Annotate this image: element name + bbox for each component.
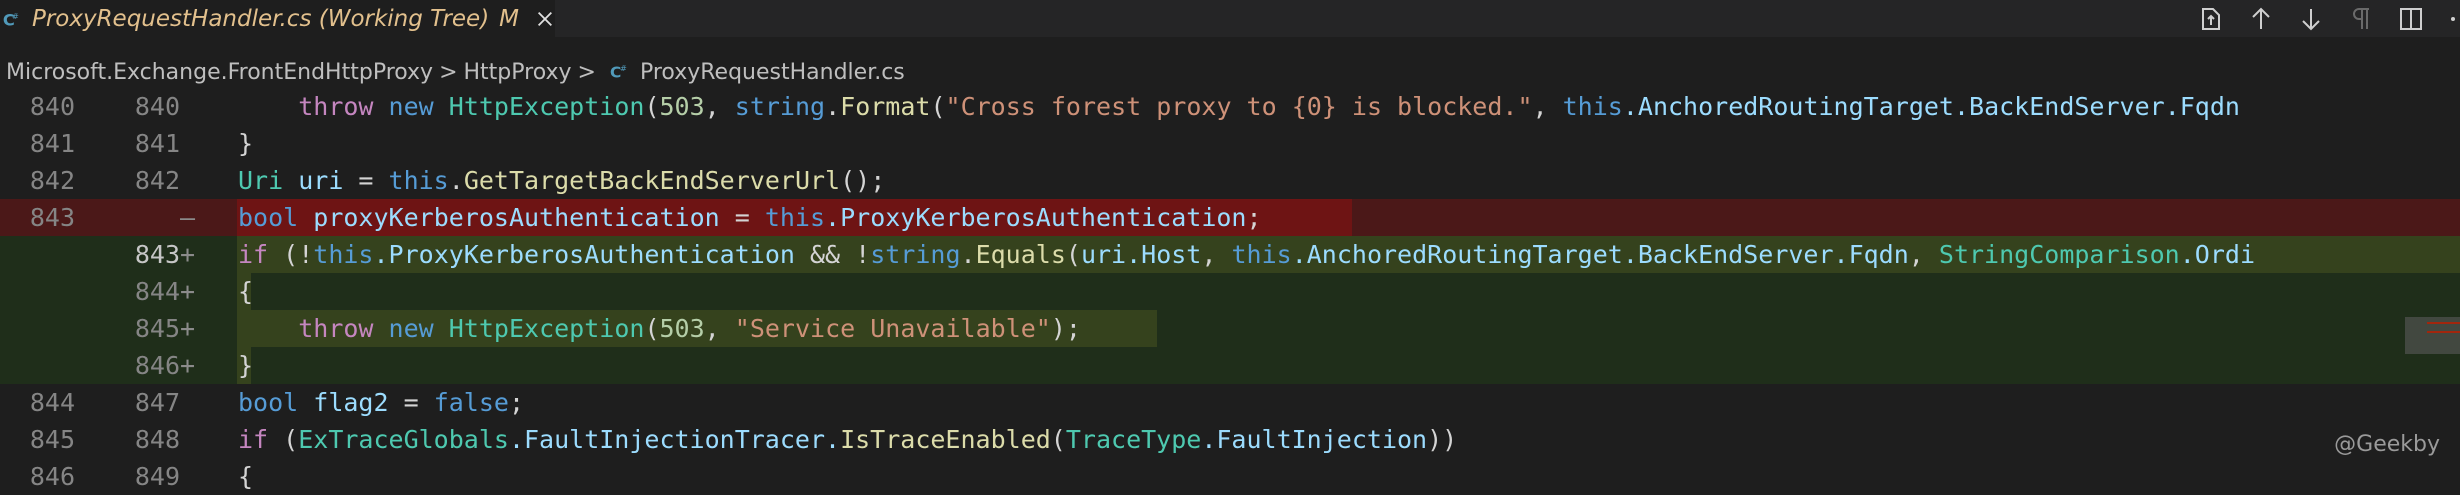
- svg-text:#: #: [620, 63, 627, 73]
- deleted-line: 843 — bool proxyKerberosAuthentication =…: [0, 199, 2460, 236]
- code-text: throw new HttpException(503, string.Form…: [298, 92, 2240, 121]
- old-line-number: 841: [29, 129, 75, 158]
- breadcrumb-namespace[interactable]: Microsoft.Exchange.FrontEndHttpProxy: [6, 60, 433, 85]
- svg-text:#: #: [12, 11, 19, 21]
- code-text: Uri uri = this.GetTargetBackEndServerUrl…: [238, 166, 886, 195]
- new-line-number: 847: [134, 388, 180, 417]
- diff-editor[interactable]: 840 840 throw new HttpException(503, str…: [0, 88, 2460, 491]
- code-text: if (ExTraceGlobals.FaultInjectionTracer.…: [238, 425, 1458, 454]
- tab-title: ProxyRequestHandler.cs (Working Tree): [31, 5, 490, 32]
- code-line: 846 849 {: [0, 458, 2460, 495]
- code-text: bool proxyKerberosAuthentication = this.…: [238, 203, 1262, 232]
- pilcrow-icon: [2353, 7, 2369, 29]
- breadcrumb-separator: >: [577, 59, 596, 85]
- next-change-icon: [2302, 8, 2320, 30]
- old-line-number: 846: [29, 462, 75, 491]
- diff-sign: —: [180, 203, 196, 232]
- open-changes-button[interactable]: [2196, 4, 2226, 34]
- editor-actions: [2176, 0, 2460, 37]
- code-line: 844 847 bool flag2 = false;: [0, 384, 2460, 421]
- new-line-number: 841: [134, 129, 180, 158]
- breadcrumb-separator: >: [439, 59, 458, 85]
- open-changes-icon: [2202, 7, 2220, 30]
- added-line: 844 + {: [0, 273, 2460, 310]
- breadcrumb-folder[interactable]: HttpProxy: [464, 60, 572, 85]
- code-text: }: [238, 129, 254, 158]
- new-line-number: 846: [134, 351, 180, 380]
- editor-tab[interactable]: C # ProxyRequestHandler.cs (Working Tree…: [0, 0, 555, 37]
- new-line-number: 840: [134, 92, 180, 121]
- diff-sign: +: [180, 351, 196, 380]
- new-line-number: 849: [134, 462, 180, 491]
- overview-ruler[interactable]: [2405, 90, 2460, 476]
- old-line-number: 845: [29, 425, 75, 454]
- new-line-number: 842: [134, 166, 180, 195]
- added-line: 843 + if (!this.ProxyKerberosAuthenticat…: [0, 236, 2460, 273]
- new-line-number: 843: [134, 240, 180, 269]
- toggle-whitespace-button[interactable]: [2346, 4, 2376, 34]
- watermark: @Geekby: [2334, 432, 2440, 457]
- code-line: 841 841 }: [0, 125, 2460, 162]
- split-editor-icon: [2400, 7, 2422, 30]
- more-actions-button[interactable]: [2446, 4, 2460, 34]
- old-line-number: 842: [29, 166, 75, 195]
- new-line-number: 848: [134, 425, 180, 454]
- code-text: {: [238, 462, 254, 491]
- next-change-button[interactable]: [2296, 4, 2326, 34]
- code-line: 840 840 throw new HttpException(503, str…: [0, 88, 2460, 125]
- old-line-number: 843: [29, 203, 75, 232]
- old-line-number: 840: [29, 92, 75, 121]
- deleted-marker: [2427, 322, 2460, 324]
- code-text: bool flag2 = false;: [238, 388, 525, 417]
- previous-change-icon: [2252, 7, 2270, 29]
- code-text: {: [238, 277, 254, 306]
- code-line: 842 842 Uri uri = this.GetTargetBackEndS…: [0, 162, 2460, 199]
- code-line: 845 848 if (ExTraceGlobals.FaultInjectio…: [0, 421, 2460, 458]
- previous-change-button[interactable]: [2246, 4, 2276, 34]
- more-actions-icon: [2451, 16, 2455, 21]
- diff-sign: +: [180, 240, 196, 269]
- csharp-file-icon: C #: [610, 63, 627, 81]
- code-text: }: [238, 351, 254, 380]
- new-line-number: 845: [134, 314, 180, 343]
- breadcrumb-file[interactable]: ProxyRequestHandler.cs: [640, 60, 905, 85]
- new-line-number: 844: [134, 277, 180, 306]
- diff-sign: +: [180, 277, 196, 306]
- modified-indicator: M: [499, 5, 520, 32]
- csharp-file-icon: C #: [3, 10, 19, 29]
- old-line-number: 844: [29, 388, 75, 417]
- added-line: 845 + throw new HttpException(503, "Serv…: [0, 310, 2460, 347]
- close-icon[interactable]: [535, 8, 555, 30]
- diff-sign: +: [180, 314, 196, 343]
- tab-bar: C # ProxyRequestHandler.cs (Working Tree…: [0, 0, 2460, 37]
- code-text: if (!this.ProxyKerberosAuthentication &&…: [238, 240, 2255, 269]
- split-editor-button[interactable]: [2396, 4, 2426, 34]
- breadcrumb: Microsoft.Exchange.FrontEndHttpProxy > H…: [0, 52, 905, 92]
- deleted-marker: [2427, 331, 2460, 333]
- code-text: throw new HttpException(503, "Service Un…: [298, 314, 1081, 343]
- added-line: 846 + }: [0, 347, 2460, 384]
